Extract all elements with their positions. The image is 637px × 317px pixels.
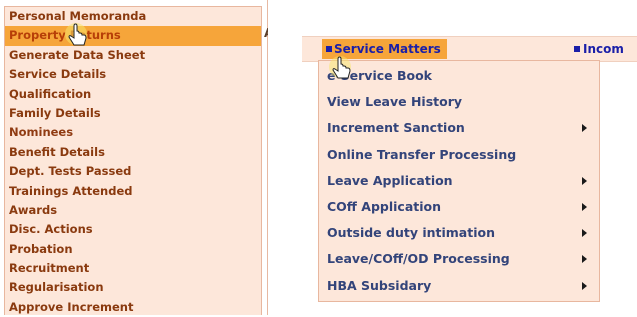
left-menu-item[interactable]: Benefit Details (5, 143, 261, 162)
dropdown-item[interactable]: e-Service Book (319, 63, 599, 89)
square-bullet-icon (326, 46, 332, 52)
left-menu-item[interactable]: Trainings Attended (5, 182, 261, 201)
dropdown-item-label: Outside duty intimation (327, 225, 495, 241)
dropdown-item-label: Leave Application (327, 172, 453, 188)
dropdown-item-label: COff Application (327, 198, 442, 214)
dropdown-item[interactable]: Outside duty intimation (319, 220, 599, 246)
panel-gap (268, 0, 296, 315)
submenu-arrow-icon (582, 202, 587, 211)
hand-pointer-icon (329, 56, 351, 79)
left-menu-item[interactable]: Service Details (5, 65, 261, 84)
submenu-arrow-icon (582, 229, 587, 238)
submenu-arrow-icon (582, 255, 587, 264)
right-menu-panel: Service Matters Incom e-Service Book Vie… (296, 0, 637, 315)
square-bullet-icon (574, 46, 580, 52)
dropdown-item-label: Increment Sanction (327, 120, 465, 136)
dropdown-item-label: HBA Subsidary (327, 277, 432, 293)
left-menu-item[interactable]: Approve Increment (5, 298, 261, 317)
menubar-item-income[interactable]: Incom (574, 39, 624, 59)
dropdown-item[interactable]: COff Application (319, 194, 599, 220)
dropdown-item[interactable]: Increment Sanction (319, 115, 599, 141)
left-menu-item[interactable]: Nominees (5, 123, 261, 142)
left-menu-panel: Personal Memoranda Property Returns Gene… (0, 0, 268, 315)
hand-pointer-icon (65, 23, 87, 46)
dropdown-item-label: View Leave History (327, 94, 463, 110)
left-menu-item[interactable]: Qualification (5, 85, 261, 104)
left-menu-item[interactable]: Disc. Actions (5, 220, 261, 239)
submenu-arrow-icon (582, 281, 587, 290)
menubar-label: Incom (583, 42, 624, 56)
dropdown-item-label: Leave/COff/OD Processing (327, 251, 510, 267)
left-menu-item[interactable]: Dept. Tests Passed (5, 162, 261, 181)
left-menu-item[interactable]: Recruitment (5, 259, 261, 278)
submenu-arrow-icon (582, 176, 587, 185)
submenu-arrow-icon (582, 124, 587, 133)
dropdown-item[interactable]: Online Transfer Processing (319, 142, 599, 168)
left-menu-item[interactable]: Family Details (5, 104, 261, 123)
left-menu-item[interactable]: Awards (5, 201, 261, 220)
left-menu-item[interactable]: Regularisation (5, 278, 261, 297)
service-matters-dropdown: e-Service Book View Leave History Increm… (318, 60, 600, 302)
dropdown-item[interactable]: Leave/COff/OD Processing (319, 246, 599, 272)
left-sidebar-menu: Personal Memoranda Property Returns Gene… (4, 6, 262, 315)
dropdown-item-label: Online Transfer Processing (327, 146, 517, 162)
dropdown-item[interactable]: Leave Application (319, 168, 599, 194)
left-menu-item[interactable]: Personal Memoranda (5, 7, 261, 26)
left-menu-item[interactable]: Probation (5, 240, 261, 259)
left-menu-item[interactable]: Generate Data Sheet (5, 46, 261, 65)
dropdown-item[interactable]: View Leave History (319, 89, 599, 115)
dropdown-item[interactable]: HBA Subsidary (319, 273, 599, 299)
left-menu-item-active[interactable]: Property Returns (5, 26, 261, 46)
